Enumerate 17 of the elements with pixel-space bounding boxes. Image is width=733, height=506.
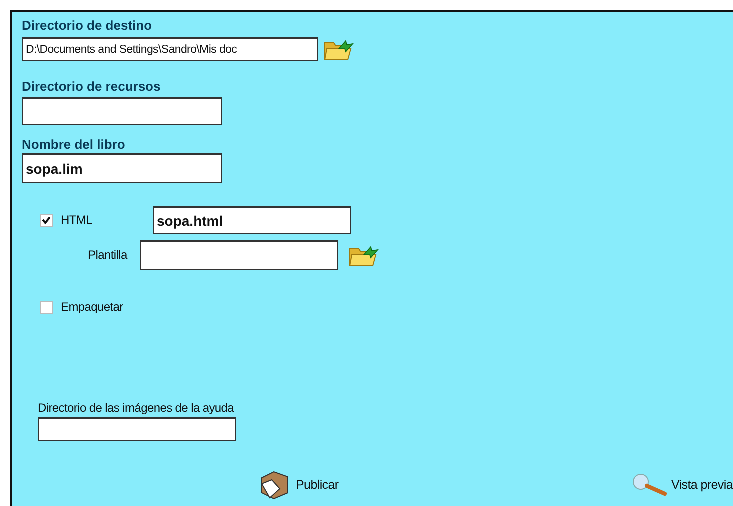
checkbox-label: HTML <box>61 212 94 229</box>
field-label: Directorio de recursos <box>22 78 161 94</box>
publish-button[interactable]: Publicar <box>258 470 339 500</box>
field-label: Plantilla <box>88 247 129 264</box>
checkbox[interactable] <box>40 300 53 314</box>
input-field[interactable] <box>140 240 338 270</box>
input-field[interactable]: sopa.html <box>153 206 351 234</box>
input-field[interactable] <box>22 97 222 125</box>
input-field[interactable]: D:\Documents and Settings\Sandro\Mis doc <box>22 37 318 61</box>
input-field[interactable]: sopa.lim <box>22 153 222 183</box>
checkbox[interactable] <box>40 214 53 226</box>
field-label: Directorio de las imágenes de la ayuda <box>38 400 234 417</box>
field-label: Nombre del libro <box>22 136 126 152</box>
checkbox-label: Empaquetar <box>61 299 124 316</box>
input-field[interactable] <box>38 417 236 441</box>
preview-button[interactable]: Vista previa <box>628 474 733 496</box>
field-label: Directorio de destino <box>22 18 152 32</box>
